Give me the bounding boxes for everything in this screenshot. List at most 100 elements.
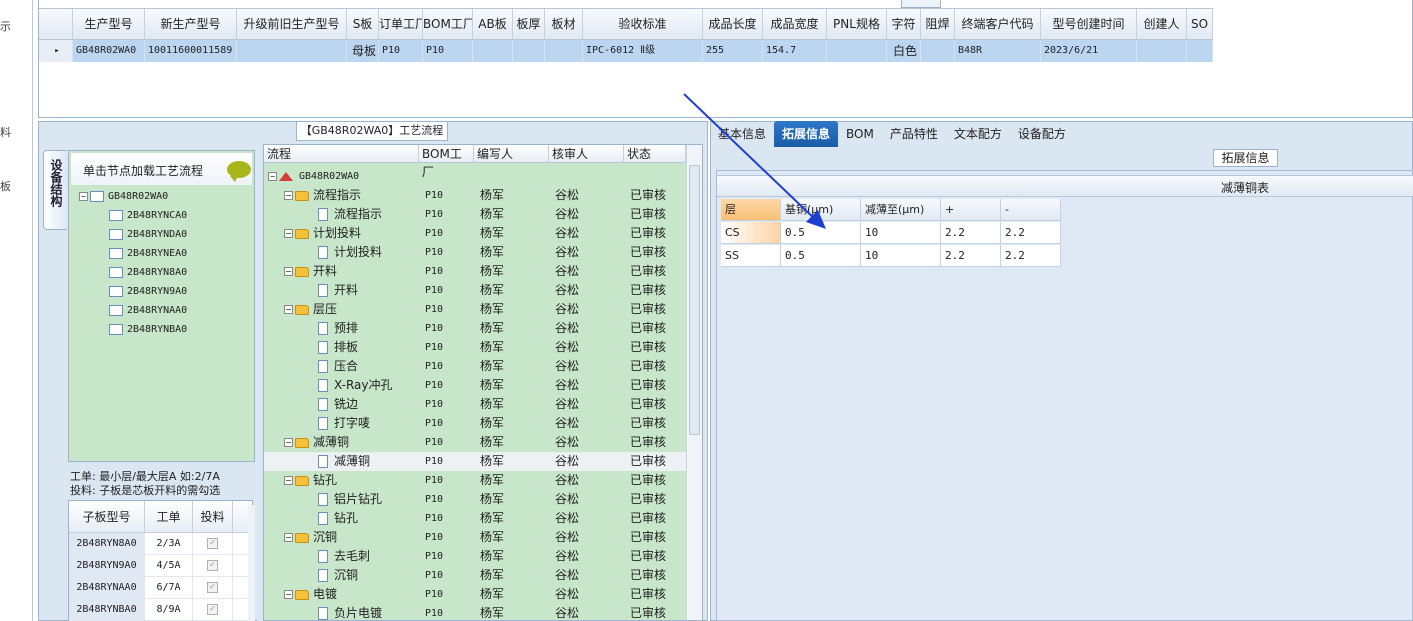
table-row[interactable]: − 沉铜 P10 杨军 谷松 已审核 [264,528,686,547]
column-header[interactable]: 验收标准 [583,9,703,39]
column-header[interactable]: 升级前旧生产型号 [237,9,347,39]
feed-checkbox[interactable]: ✓ [207,603,218,615]
tab-拓展信息[interactable]: 拓展信息 [774,121,839,147]
column-header[interactable]: 板材 [545,9,583,39]
table-row[interactable]: − 减薄铜 P10 杨军 谷松 已审核 [264,433,686,452]
column-header[interactable]: 投料 [193,501,233,532]
column-header[interactable]: 成品宽度 [763,9,827,39]
table-row[interactable]: − 钻孔 P10 杨军 谷松 已审核 [264,471,686,490]
table-row[interactable]: 沉铜 P10 杨军 谷松 已审核 [264,566,686,585]
table-row[interactable]: 压合 P10 杨军 谷松 已审核 [264,357,686,376]
collapse-icon[interactable]: − [284,476,293,485]
table-row[interactable]: 预排 P10 杨军 谷松 已审核 [264,319,686,338]
column-header[interactable]: 流程 [264,145,419,162]
table-row[interactable]: − 开料 P10 杨军 谷松 已审核 [264,262,686,281]
column-header[interactable]: 订单工厂 [379,9,423,39]
tree-node[interactable]: 2B48RYNAA0 [109,303,187,319]
feed-checkbox[interactable]: ✓ [207,559,218,571]
scrollbar[interactable] [248,505,255,621]
speech-bubble-icon[interactable] [227,161,251,182]
table-row[interactable]: 排板 P10 杨军 谷松 已审核 [264,338,686,357]
table-row[interactable]: 钻孔 P10 杨军 谷松 已审核 [264,509,686,528]
flow-step: − 沉铜 [284,528,337,547]
column-header[interactable]: 工单 [145,501,193,532]
column-header[interactable]: + [941,199,1001,221]
column-header[interactable]: 层 [721,199,781,221]
table-row[interactable]: − 层压 P10 杨军 谷松 已审核 [264,300,686,319]
row-selector[interactable]: ▸ [39,40,73,62]
collapse-icon[interactable]: − [79,191,88,201]
table-row[interactable]: 2B48RYNBA0 8/9A ✓ [69,599,252,621]
column-header[interactable]: 生产型号 [73,9,145,39]
column-header[interactable]: 新生产型号 [145,9,237,39]
column-header[interactable]: 阻焊 [921,9,955,39]
column-header[interactable]: 状态 [624,145,686,162]
column-header[interactable]: - [1001,199,1061,221]
column-header[interactable]: S板 [347,9,379,39]
table-row[interactable]: 铝片钻孔 P10 杨军 谷松 已审核 [264,490,686,509]
table-row[interactable]: 减薄铜 P10 杨军 谷松 已审核 [264,452,686,471]
column-header[interactable]: 型号创建时间 [1041,9,1137,39]
table-row[interactable]: 去毛刺 P10 杨军 谷松 已审核 [264,547,686,566]
splitter-handle[interactable] [901,0,941,8]
column-header[interactable]: 子板型号 [69,501,145,532]
scrollbar-thumb[interactable] [689,165,700,435]
flow-root-row[interactable]: − GB48R02WA0 [264,167,686,186]
collapse-icon[interactable]: − [284,267,293,276]
table-row[interactable]: − 电镀 P10 杨军 谷松 已审核 [264,585,686,604]
table-row[interactable]: 2B48RYN8A0 2/3A ✓ [69,533,252,555]
collapse-icon[interactable]: − [284,438,293,447]
column-header[interactable]: 基铜(μm) [781,199,861,221]
table-row[interactable]: − 流程指示 P10 杨军 谷松 已审核 [264,186,686,205]
tree-node[interactable]: 2B48RYN9A0 [109,284,187,300]
table-row[interactable]: 流程指示 P10 杨军 谷松 已审核 [264,205,686,224]
table-row[interactable]: − 计划投料 P10 杨军 谷松 已审核 [264,224,686,243]
table-row[interactable]: 负片电镀 P10 杨军 谷松 已审核 [264,604,686,620]
tree-node[interactable]: 2B48RYN8A0 [109,265,187,281]
tab-产品特性[interactable]: 产品特性 [882,121,946,147]
column-header[interactable]: 创建人 [1137,9,1187,39]
collapse-icon[interactable]: − [284,191,293,200]
scrollbar[interactable] [686,145,702,620]
column-header[interactable]: 字符 [887,9,921,39]
column-header[interactable]: AB板 [473,9,513,39]
tab-基本信息[interactable]: 基本信息 [710,121,774,147]
collapse-icon[interactable]: − [284,305,293,314]
column-header[interactable]: BOM工厂 [423,9,473,39]
table-row[interactable]: 2B48RYN9A0 4/5A ✓ [69,555,252,577]
table-row[interactable]: 计划投料 P10 杨军 谷松 已审核 [264,243,686,262]
table-row[interactable]: X-Ray冲孔 P10 杨军 谷松 已审核 [264,376,686,395]
tab-BOM[interactable]: BOM [838,121,882,147]
feed-checkbox[interactable]: ✓ [207,581,218,593]
tree-node[interactable]: 2B48RYNBA0 [109,322,187,338]
table-row[interactable]: ▸ GB48R02WA0 10011600011589 母板 P10 P10 IPC-601… [39,40,1213,62]
column-header[interactable]: 编写人 [474,145,549,162]
tree-node[interactable]: 2B48RYNCA0 [109,208,187,224]
table-row[interactable]: SS 0.5 10 2.2 2.2 [721,245,1061,267]
tab-equipment-structure[interactable]: 设备结构 [43,150,67,230]
tab-设备配方[interactable]: 设备配方 [1010,121,1074,147]
collapse-icon[interactable]: − [284,229,293,238]
table-row[interactable]: 2B48RYNAA0 6/7A ✓ [69,577,252,599]
column-header[interactable]: 减薄至(μm) [861,199,941,221]
table-row[interactable]: 铣边 P10 杨军 谷松 已审核 [264,395,686,414]
column-header[interactable]: 成品长度 [703,9,763,39]
table-row[interactable]: CS 0.5 10 2.2 2.2 [721,222,1061,244]
column-header[interactable]: SO [1187,9,1213,39]
column-header[interactable]: 终端客户代码 [955,9,1041,39]
table-row[interactable]: 开料 P10 杨军 谷松 已审核 [264,281,686,300]
column-header[interactable]: 板厚 [513,9,545,39]
column-header[interactable]: BOM工厂 [419,145,474,179]
tree-node[interactable]: 2B48RYNEA0 [109,246,187,262]
feed-checkbox[interactable]: ✓ [207,537,218,549]
column-header[interactable]: 核审人 [549,145,624,162]
flow-grid-header: 流程 BOM工厂 编写人 核审人 状态 [264,145,686,179]
column-header[interactable]: PNL规格 [827,9,887,39]
collapse-icon[interactable]: − [284,533,293,542]
tab-文本配方[interactable]: 文本配方 [946,121,1010,147]
tree-root-node[interactable]: − GB48R02WA0 [79,189,168,205]
tree-node[interactable]: 2B48RYNDA0 [109,227,187,243]
table-row[interactable]: 打字唛 P10 杨军 谷松 已审核 [264,414,686,433]
collapse-icon[interactable]: − [284,590,293,599]
collapse-icon[interactable]: − [268,171,277,181]
